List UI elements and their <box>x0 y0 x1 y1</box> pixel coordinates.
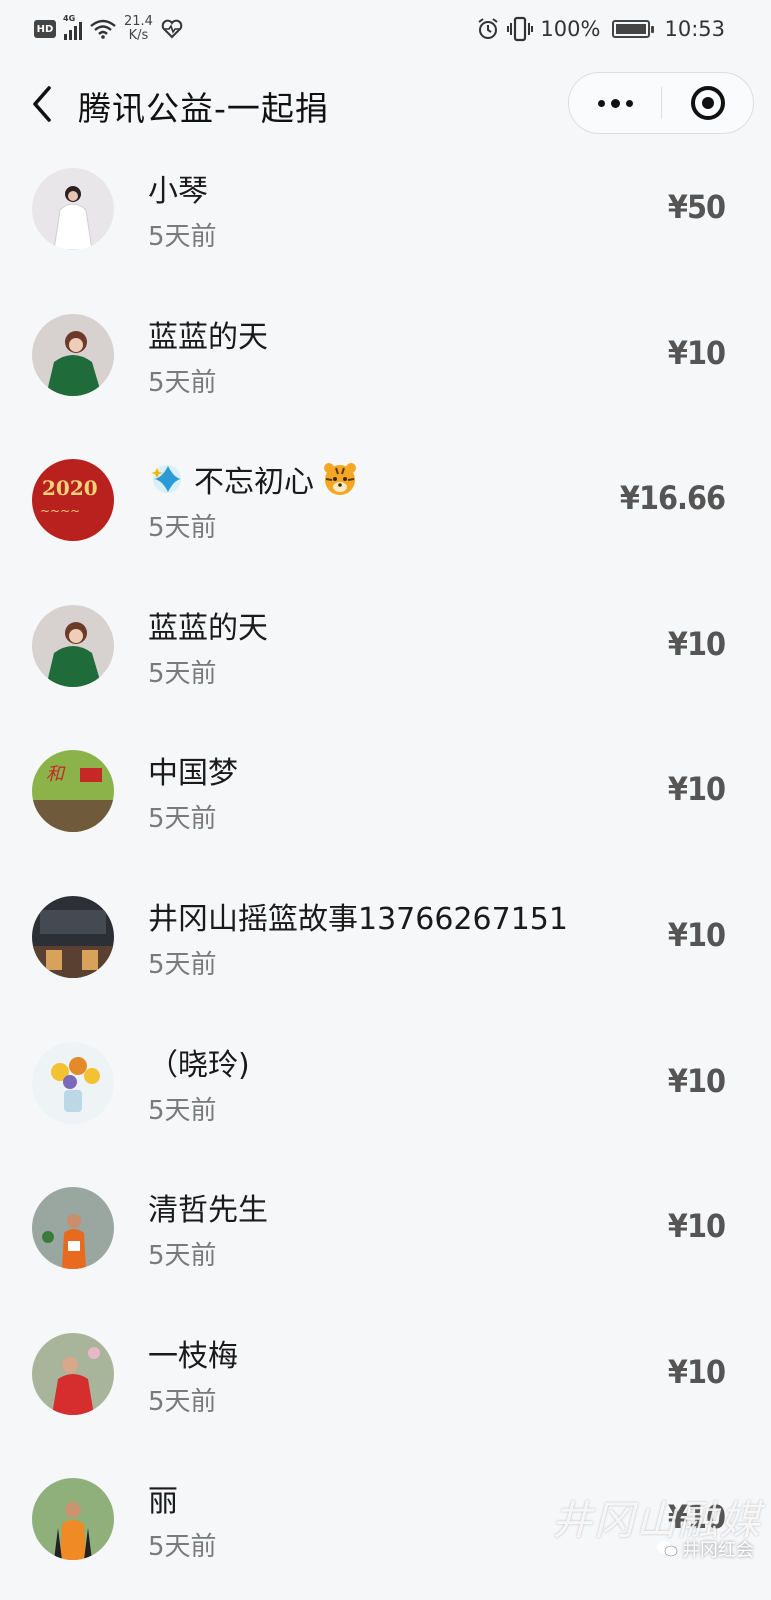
list-item[interactable]: 井冈山摇篮故事13766267151 5天前 ¥10 <box>0 878 771 1024</box>
alarm-icon <box>478 18 499 39</box>
target-close-icon <box>691 86 725 120</box>
signal-icon: 4G <box>63 14 82 40</box>
list-item[interactable]: 2020 ~~~~ 不忘初心 5天前 ¥16.66 <box>0 441 771 587</box>
donation-time: 5天前 <box>148 1386 217 1417</box>
avatar: 2020 ~~~~ <box>32 459 114 542</box>
close-miniprogram-button[interactable] <box>662 73 754 133</box>
vibrate-icon <box>507 16 534 42</box>
avatar: 和 <box>32 750 114 833</box>
tiger-emoji-icon <box>324 463 356 496</box>
avatar <box>32 168 114 250</box>
avatar <box>32 313 114 396</box>
donation-time: 5天前 <box>148 1532 217 1563</box>
svg-text:2020: 2020 <box>42 476 98 500</box>
avatar <box>32 1478 114 1561</box>
donation-time: 5天前 <box>148 222 217 252</box>
list-item[interactable]: （晓玲) 5天前 ¥10 <box>0 1024 771 1170</box>
donation-time: 5天前 <box>148 1241 217 1272</box>
donation-amount: ¥50 <box>667 188 726 226</box>
donation-time: 5天前 <box>148 804 217 835</box>
list-item[interactable]: 一枝梅 5天前 ¥10 <box>0 1315 771 1461</box>
battery-percent: 100% <box>540 17 601 41</box>
avatar <box>32 1187 114 1270</box>
list-item[interactable]: 小琴 5天前 ¥50 <box>0 150 771 296</box>
donation-amount: ¥10 <box>667 1498 726 1537</box>
back-button[interactable] <box>22 80 62 128</box>
list-item[interactable]: 蓝蓝的天 5天前 ¥10 <box>0 587 771 733</box>
donation-amount: ¥10 <box>667 1061 726 1100</box>
nav-bar: 腾讯公益-一起捐 <box>0 58 771 150</box>
donor-name: 丽 <box>148 1484 178 1520</box>
donation-amount: ¥10 <box>667 1352 726 1391</box>
speed-unit: K/s <box>128 28 149 43</box>
page-title: 腾讯公益-一起捐 <box>78 89 329 128</box>
donation-amount: ¥10 <box>667 333 726 372</box>
list-item[interactable]: 清哲先生 5天前 ¥10 <box>0 1169 771 1315</box>
svg-text:和: 和 <box>46 764 66 785</box>
more-dot-icon <box>610 98 620 108</box>
network-type: 4G <box>63 14 76 23</box>
donor-name: 蓝蓝的天 <box>148 610 268 646</box>
status-right: 100% 10:53 <box>476 14 725 44</box>
more-dot-icon <box>597 99 605 107</box>
list-item[interactable]: 和 中国梦 5天前 ¥10 <box>0 732 771 878</box>
donation-time: 5天前 <box>148 1095 217 1126</box>
donation-time: 5天前 <box>148 367 217 398</box>
donation-time: 5天前 <box>148 513 217 544</box>
health-heart-icon <box>161 19 183 39</box>
status-bar: HD 4G 21.4 K/s 100% 10:53 <box>0 0 771 58</box>
donor-name: 蓝蓝的天 <box>148 319 268 355</box>
donation-amount: ¥10 <box>667 915 726 954</box>
donor-list: 小琴 5天前 ¥50 蓝蓝的天 5天前 ¥10 2020 ~~~~ 不忘初心 5… <box>0 150 771 1600</box>
donation-amount: ¥10 <box>667 624 726 663</box>
donor-name: （晓玲) <box>148 1047 250 1083</box>
network-speed: 21.4 K/s <box>124 15 153 43</box>
list-item[interactable]: 丽 5天前 ¥10 <box>0 1460 771 1600</box>
donation-time: 5天前 <box>148 949 217 980</box>
more-button[interactable] <box>569 73 661 133</box>
donation-time: 5天前 <box>148 658 217 689</box>
donor-name: 不忘初心 <box>148 457 358 501</box>
avatar <box>32 1332 114 1415</box>
sparkle-emoji-icon <box>151 465 181 494</box>
more-dot-icon <box>625 99 633 107</box>
donor-name: 一枝梅 <box>148 1338 238 1374</box>
list-item[interactable]: 蓝蓝的天 5天前 ¥10 <box>0 296 771 442</box>
avatar <box>32 895 114 978</box>
miniprogram-capsule <box>568 72 754 134</box>
status-left: HD 4G 21.4 K/s <box>34 14 183 44</box>
hd-badge: HD <box>34 20 56 38</box>
avatar <box>32 604 114 687</box>
donation-amount: ¥10 <box>667 770 726 809</box>
donation-amount: ¥16.66 <box>619 479 726 518</box>
donor-name: 清哲先生 <box>148 1193 268 1229</box>
donor-name: 中国梦 <box>148 756 238 792</box>
battery-icon <box>612 20 655 38</box>
donor-name: 小琴 <box>148 174 208 209</box>
avatar <box>32 1041 114 1124</box>
donation-amount: ¥10 <box>667 1207 726 1246</box>
donor-name: 井冈山摇篮故事13766267151 <box>148 901 568 937</box>
wifi-icon <box>90 19 116 39</box>
clock: 10:53 <box>664 17 725 41</box>
chevron-left-icon <box>33 86 51 122</box>
speed-value: 21.4 <box>124 14 153 29</box>
svg-text:~~~~: ~~~~ <box>40 504 80 518</box>
donor-name-text: 不忘初心 <box>194 465 314 501</box>
